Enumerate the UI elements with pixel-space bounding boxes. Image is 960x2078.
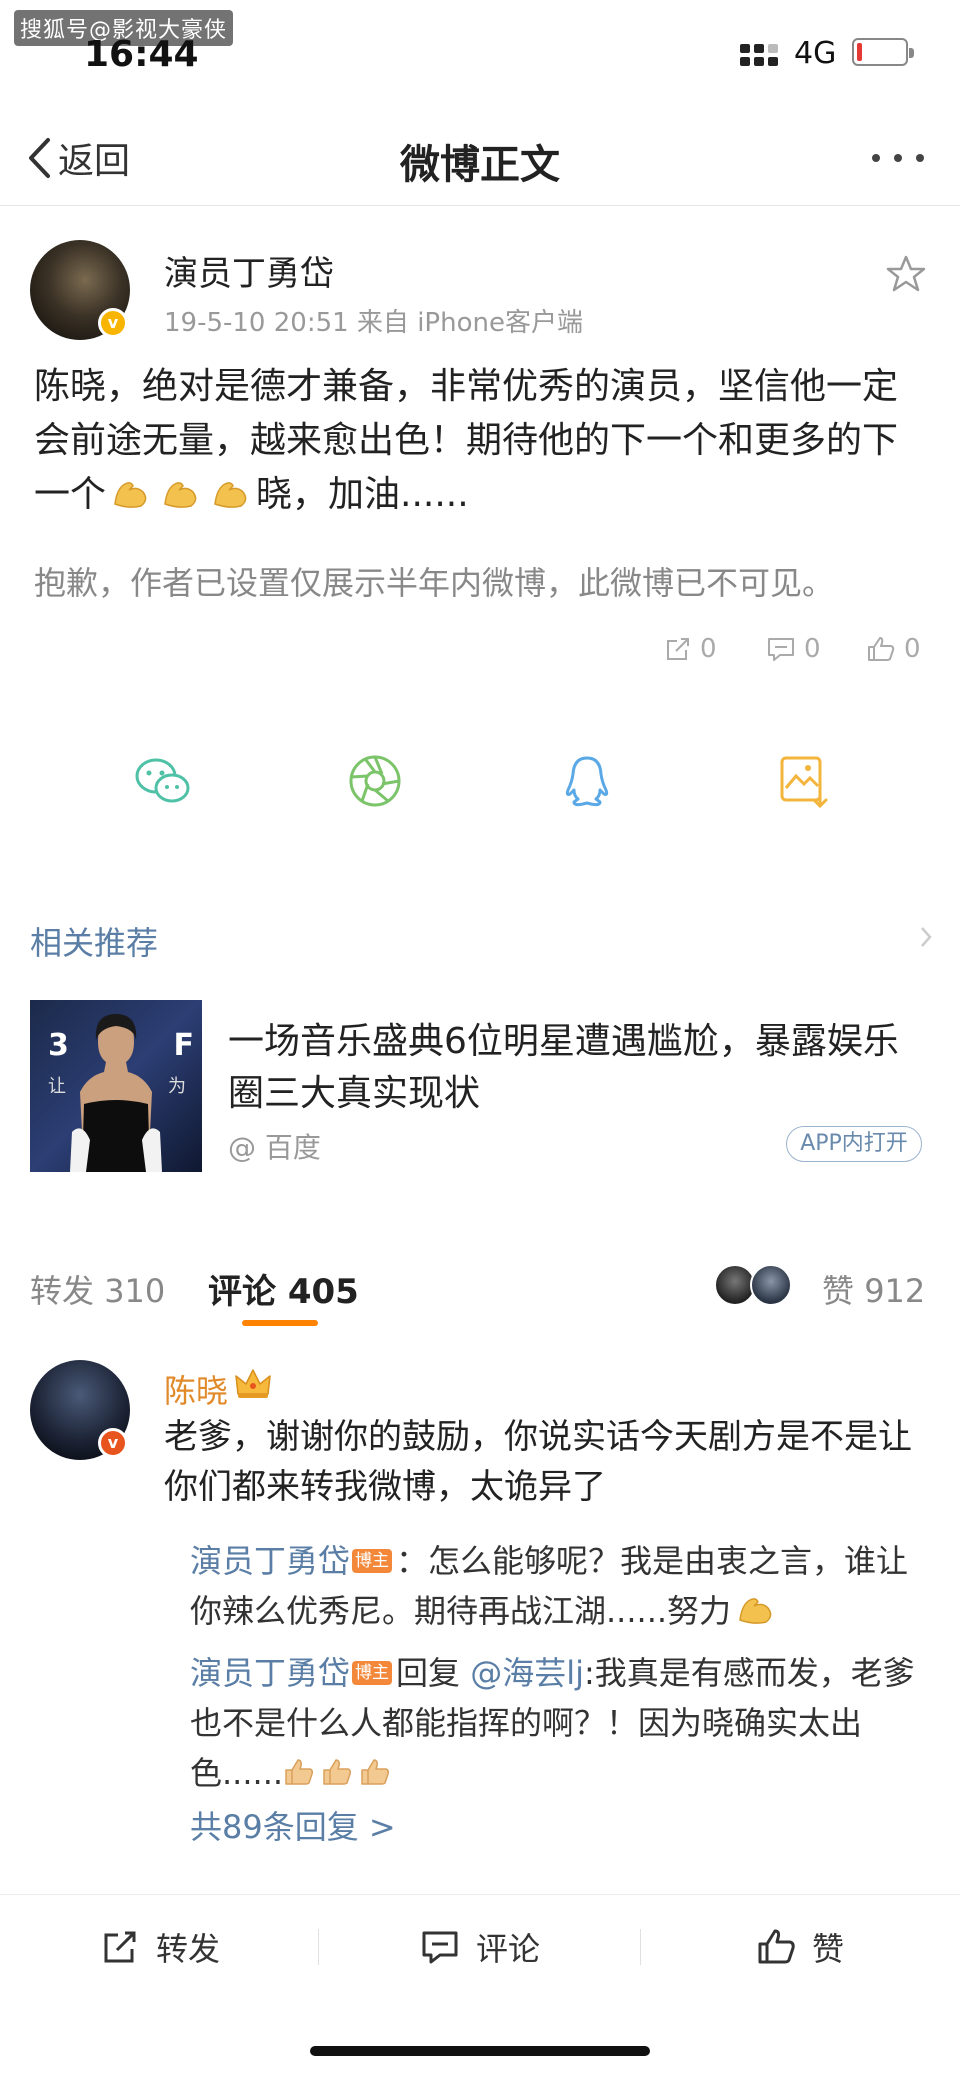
- tab-comment[interactable]: 评论 405: [208, 1264, 359, 1313]
- comment-icon: [768, 638, 794, 661]
- like-count: 0: [904, 634, 921, 664]
- person-figure: [70, 1014, 162, 1172]
- mention-link[interactable]: @海芸lj: [470, 1654, 584, 1692]
- repost-button[interactable]: 转发: [100, 1925, 220, 1969]
- view-more-replies-link[interactable]: 共89条回复 >: [190, 1802, 396, 1848]
- reply-item[interactable]: 演员丁勇岱 博主 ：怎么能够呢？我是由衷之言，谁让你辣么优秀尼。期待再战江湖....…: [190, 1536, 920, 1636]
- tab-comment-count: 405: [287, 1272, 359, 1312]
- related-thumbnail[interactable]: 3 F 让 为: [30, 1000, 202, 1172]
- verified-badge: v: [98, 1428, 128, 1458]
- like-label: 赞: [812, 1930, 845, 1968]
- reply-item[interactable]: 演员丁勇岱 博主 回复 @海芸lj:我真是有感而发，老爹也不是什么人都能指挥的啊？！…: [190, 1648, 920, 1798]
- page-title: 微博正文: [400, 142, 560, 188]
- flexed-biceps-emoji-icon: [164, 482, 197, 508]
- crown-icon: [235, 1369, 271, 1398]
- chevron-right-icon[interactable]: [916, 922, 936, 952]
- comment-text: 老爹，谢谢你的鼓励，你说实话今天剧方是不是让你们都来转我微博，太诡异了: [164, 1417, 912, 1507]
- author-name[interactable]: 演员丁勇岱: [164, 246, 334, 295]
- hidden-post-notice: 抱歉，作者已设置仅展示半年内微博，此微博已不可见。: [34, 564, 835, 602]
- thumb-text: F: [173, 1028, 195, 1063]
- thumbs-up-icon: [758, 1929, 795, 1964]
- repost-stat[interactable]: 0: [664, 632, 717, 666]
- tab-comment-label: 评论: [208, 1272, 276, 1312]
- avatar: [750, 1264, 792, 1306]
- flexed-biceps-emoji-icon: [114, 482, 147, 508]
- reply-author[interactable]: 演员丁勇岱: [190, 1542, 350, 1580]
- tab-repost-count: 310: [104, 1272, 166, 1310]
- home-indicator[interactable]: [310, 2046, 650, 2056]
- comment-stat[interactable]: 0: [766, 632, 821, 666]
- network-type: 4G: [794, 36, 837, 71]
- thumbs-up-emoji-icon: [361, 1759, 390, 1785]
- signal-icon: [740, 44, 778, 66]
- status-time: 16:44: [84, 34, 199, 75]
- post-text: 陈晓，绝对是德才兼备，非常优秀的演员，坚信他一定会前途无量，越来愈出色！期待他的…: [34, 360, 924, 522]
- nav-bar: 返回 微博正文: [0, 110, 960, 206]
- related-headline[interactable]: 一场音乐盛典6位明星遭遇尴尬，暴露娱乐圈三大真实现状: [228, 1016, 928, 1120]
- thumbs-up-emoji-icon: [285, 1759, 314, 1785]
- comment-icon: [422, 1931, 458, 1964]
- thumb-text: 让: [48, 1076, 66, 1097]
- active-tab-indicator: [242, 1320, 318, 1326]
- related-section-title: 相关推荐: [30, 924, 159, 962]
- tab-repost-label: 转发: [30, 1272, 95, 1310]
- commenter-name[interactable]: 陈晓: [164, 1366, 228, 1412]
- wechat-share-icon[interactable]: [134, 752, 192, 810]
- moments-share-icon[interactable]: [346, 752, 404, 810]
- thumb-text: 为: [168, 1076, 186, 1097]
- bottom-action-bar: 转发 评论 赞: [0, 1894, 960, 1998]
- like-stat[interactable]: 0: [866, 632, 921, 666]
- battery-icon: [852, 38, 914, 66]
- repost-count: 0: [700, 634, 717, 664]
- star-icon[interactable]: [886, 254, 926, 294]
- thumb-text: 3: [48, 1028, 69, 1063]
- qq-share-icon[interactable]: [558, 752, 616, 810]
- reply-author[interactable]: 演员丁勇岱: [190, 1654, 350, 1692]
- comment-label: 评论: [476, 1930, 541, 1968]
- repost-icon: [104, 1931, 136, 1963]
- related-source: @ 百度: [228, 1131, 321, 1164]
- flexed-biceps-emoji-icon: [739, 1598, 772, 1624]
- comment-button[interactable]: 评论: [420, 1925, 540, 1969]
- thumbs-up-emoji-icon: [323, 1759, 352, 1785]
- reply-word: 回复: [396, 1654, 461, 1692]
- tab-repost[interactable]: 转发 310: [30, 1266, 165, 1312]
- tab-like-label: 赞: [822, 1272, 855, 1310]
- open-in-app-button[interactable]: APP内打开: [786, 1126, 922, 1162]
- author-tag-badge: 博主: [352, 1661, 393, 1685]
- save-image-icon[interactable]: [774, 752, 832, 810]
- repost-label: 转发: [156, 1930, 221, 1968]
- more-options-icon[interactable]: [866, 136, 930, 180]
- post-meta: 19-5-10 20:51 来自 iPhone客户端: [164, 308, 583, 338]
- tab-like-count: 912: [864, 1272, 926, 1310]
- flexed-biceps-emoji-icon: [214, 482, 247, 508]
- repost-icon: [667, 638, 689, 660]
- verified-badge: v: [98, 308, 128, 338]
- comment-count: 0: [804, 634, 821, 664]
- author-avatar[interactable]: v: [30, 240, 130, 340]
- liker-avatars[interactable]: [714, 1264, 804, 1308]
- post-text-end: 晓，加油......: [256, 474, 469, 515]
- author-tag-badge: 博主: [352, 1549, 393, 1573]
- tab-like[interactable]: 赞 912: [822, 1266, 925, 1312]
- thumbs-up-icon: [868, 637, 895, 661]
- like-button[interactable]: 赞: [756, 1925, 844, 1969]
- reply-thread: 演员丁勇岱 博主 ：怎么能够呢？我是由衷之言，谁让你辣么优秀尼。期待再战江湖....…: [164, 1536, 934, 1866]
